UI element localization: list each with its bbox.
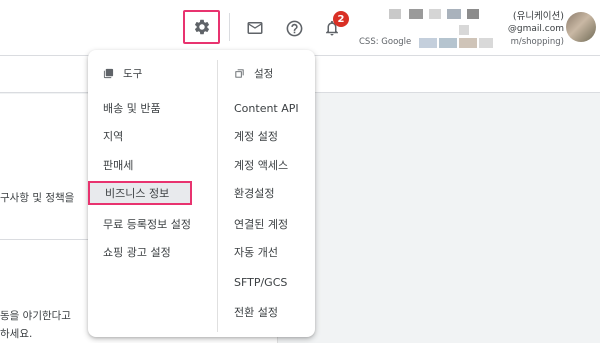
settings-gear-button[interactable] bbox=[183, 10, 220, 44]
redaction-block bbox=[459, 25, 469, 35]
redaction-block bbox=[459, 38, 477, 48]
redaction-block bbox=[479, 38, 493, 48]
css-label: CSS: Google bbox=[359, 37, 412, 47]
settings-dropdown-menu: 도구 설정 배송 및 반품 지역 판매세 비즈니스 정보 무료 등록정보 설정 … bbox=[88, 50, 315, 337]
menu-item-linked-accounts[interactable]: 연결된 계정 bbox=[234, 212, 288, 236]
help-button[interactable] bbox=[276, 10, 312, 46]
avatar[interactable] bbox=[566, 12, 596, 42]
menu-column-divider bbox=[217, 60, 218, 332]
redaction-block bbox=[419, 38, 437, 48]
menu-item-shipping-returns[interactable]: 배송 및 반품 bbox=[103, 96, 161, 120]
account-info[interactable]: (유니케이션) @gmail.com CSS: Google m/shoppin… bbox=[359, 6, 564, 50]
gear-icon bbox=[194, 19, 209, 35]
settings-header-label: 설정 bbox=[254, 68, 274, 80]
css-url: m/shopping) bbox=[510, 37, 564, 47]
help-icon bbox=[286, 20, 302, 36]
menu-item-sftp-gcs[interactable]: SFTP/GCS bbox=[234, 270, 287, 294]
menu-item-business-info[interactable]: 비즈니스 정보 bbox=[88, 181, 192, 205]
account-name: (유니케이션) bbox=[512, 11, 564, 22]
redaction-block bbox=[439, 38, 457, 48]
tools-header-label: 도구 bbox=[123, 68, 143, 80]
mail-icon bbox=[247, 22, 263, 34]
menu-item-sales-tax[interactable]: 판매세 bbox=[103, 153, 133, 177]
redaction-block bbox=[409, 9, 423, 19]
background-text: 구사항 및 정책을 bbox=[0, 192, 75, 204]
settings-section-header: 설정 bbox=[234, 66, 273, 81]
top-bar: 2 (유니케이션) @gmail.com CSS: Google m/shopp… bbox=[0, 0, 600, 56]
menu-item-auto-improvements[interactable]: 자동 개선 bbox=[234, 240, 278, 264]
settings-icon bbox=[235, 69, 244, 78]
toolbar-divider bbox=[229, 13, 230, 41]
menu-item-preferences[interactable]: 환경설정 bbox=[234, 181, 274, 205]
menu-item-free-listings-settings[interactable]: 무료 등록정보 설정 bbox=[103, 212, 191, 236]
redaction-block bbox=[389, 9, 401, 19]
tools-icon bbox=[103, 68, 114, 79]
menu-item-account-settings[interactable]: 계정 설정 bbox=[234, 124, 278, 148]
redaction-block bbox=[429, 9, 441, 19]
mail-button[interactable] bbox=[237, 10, 273, 46]
menu-item-account-access[interactable]: 계정 액세스 bbox=[234, 153, 288, 177]
redaction-block bbox=[447, 9, 461, 19]
menu-item-regions[interactable]: 지역 bbox=[103, 124, 123, 148]
tools-section-header: 도구 bbox=[103, 66, 142, 81]
account-email: @gmail.com bbox=[507, 24, 564, 34]
redaction-block bbox=[467, 9, 479, 19]
menu-item-shopping-ads-settings[interactable]: 쇼핑 광고 설정 bbox=[103, 240, 171, 264]
background-text: 동을 야기한다고 bbox=[0, 310, 71, 322]
menu-item-conversion-settings[interactable]: 전환 설정 bbox=[234, 300, 278, 324]
notification-badge: 2 bbox=[333, 11, 349, 27]
background-text: 하세요. bbox=[0, 328, 33, 340]
menu-item-content-api[interactable]: Content API bbox=[234, 96, 299, 120]
